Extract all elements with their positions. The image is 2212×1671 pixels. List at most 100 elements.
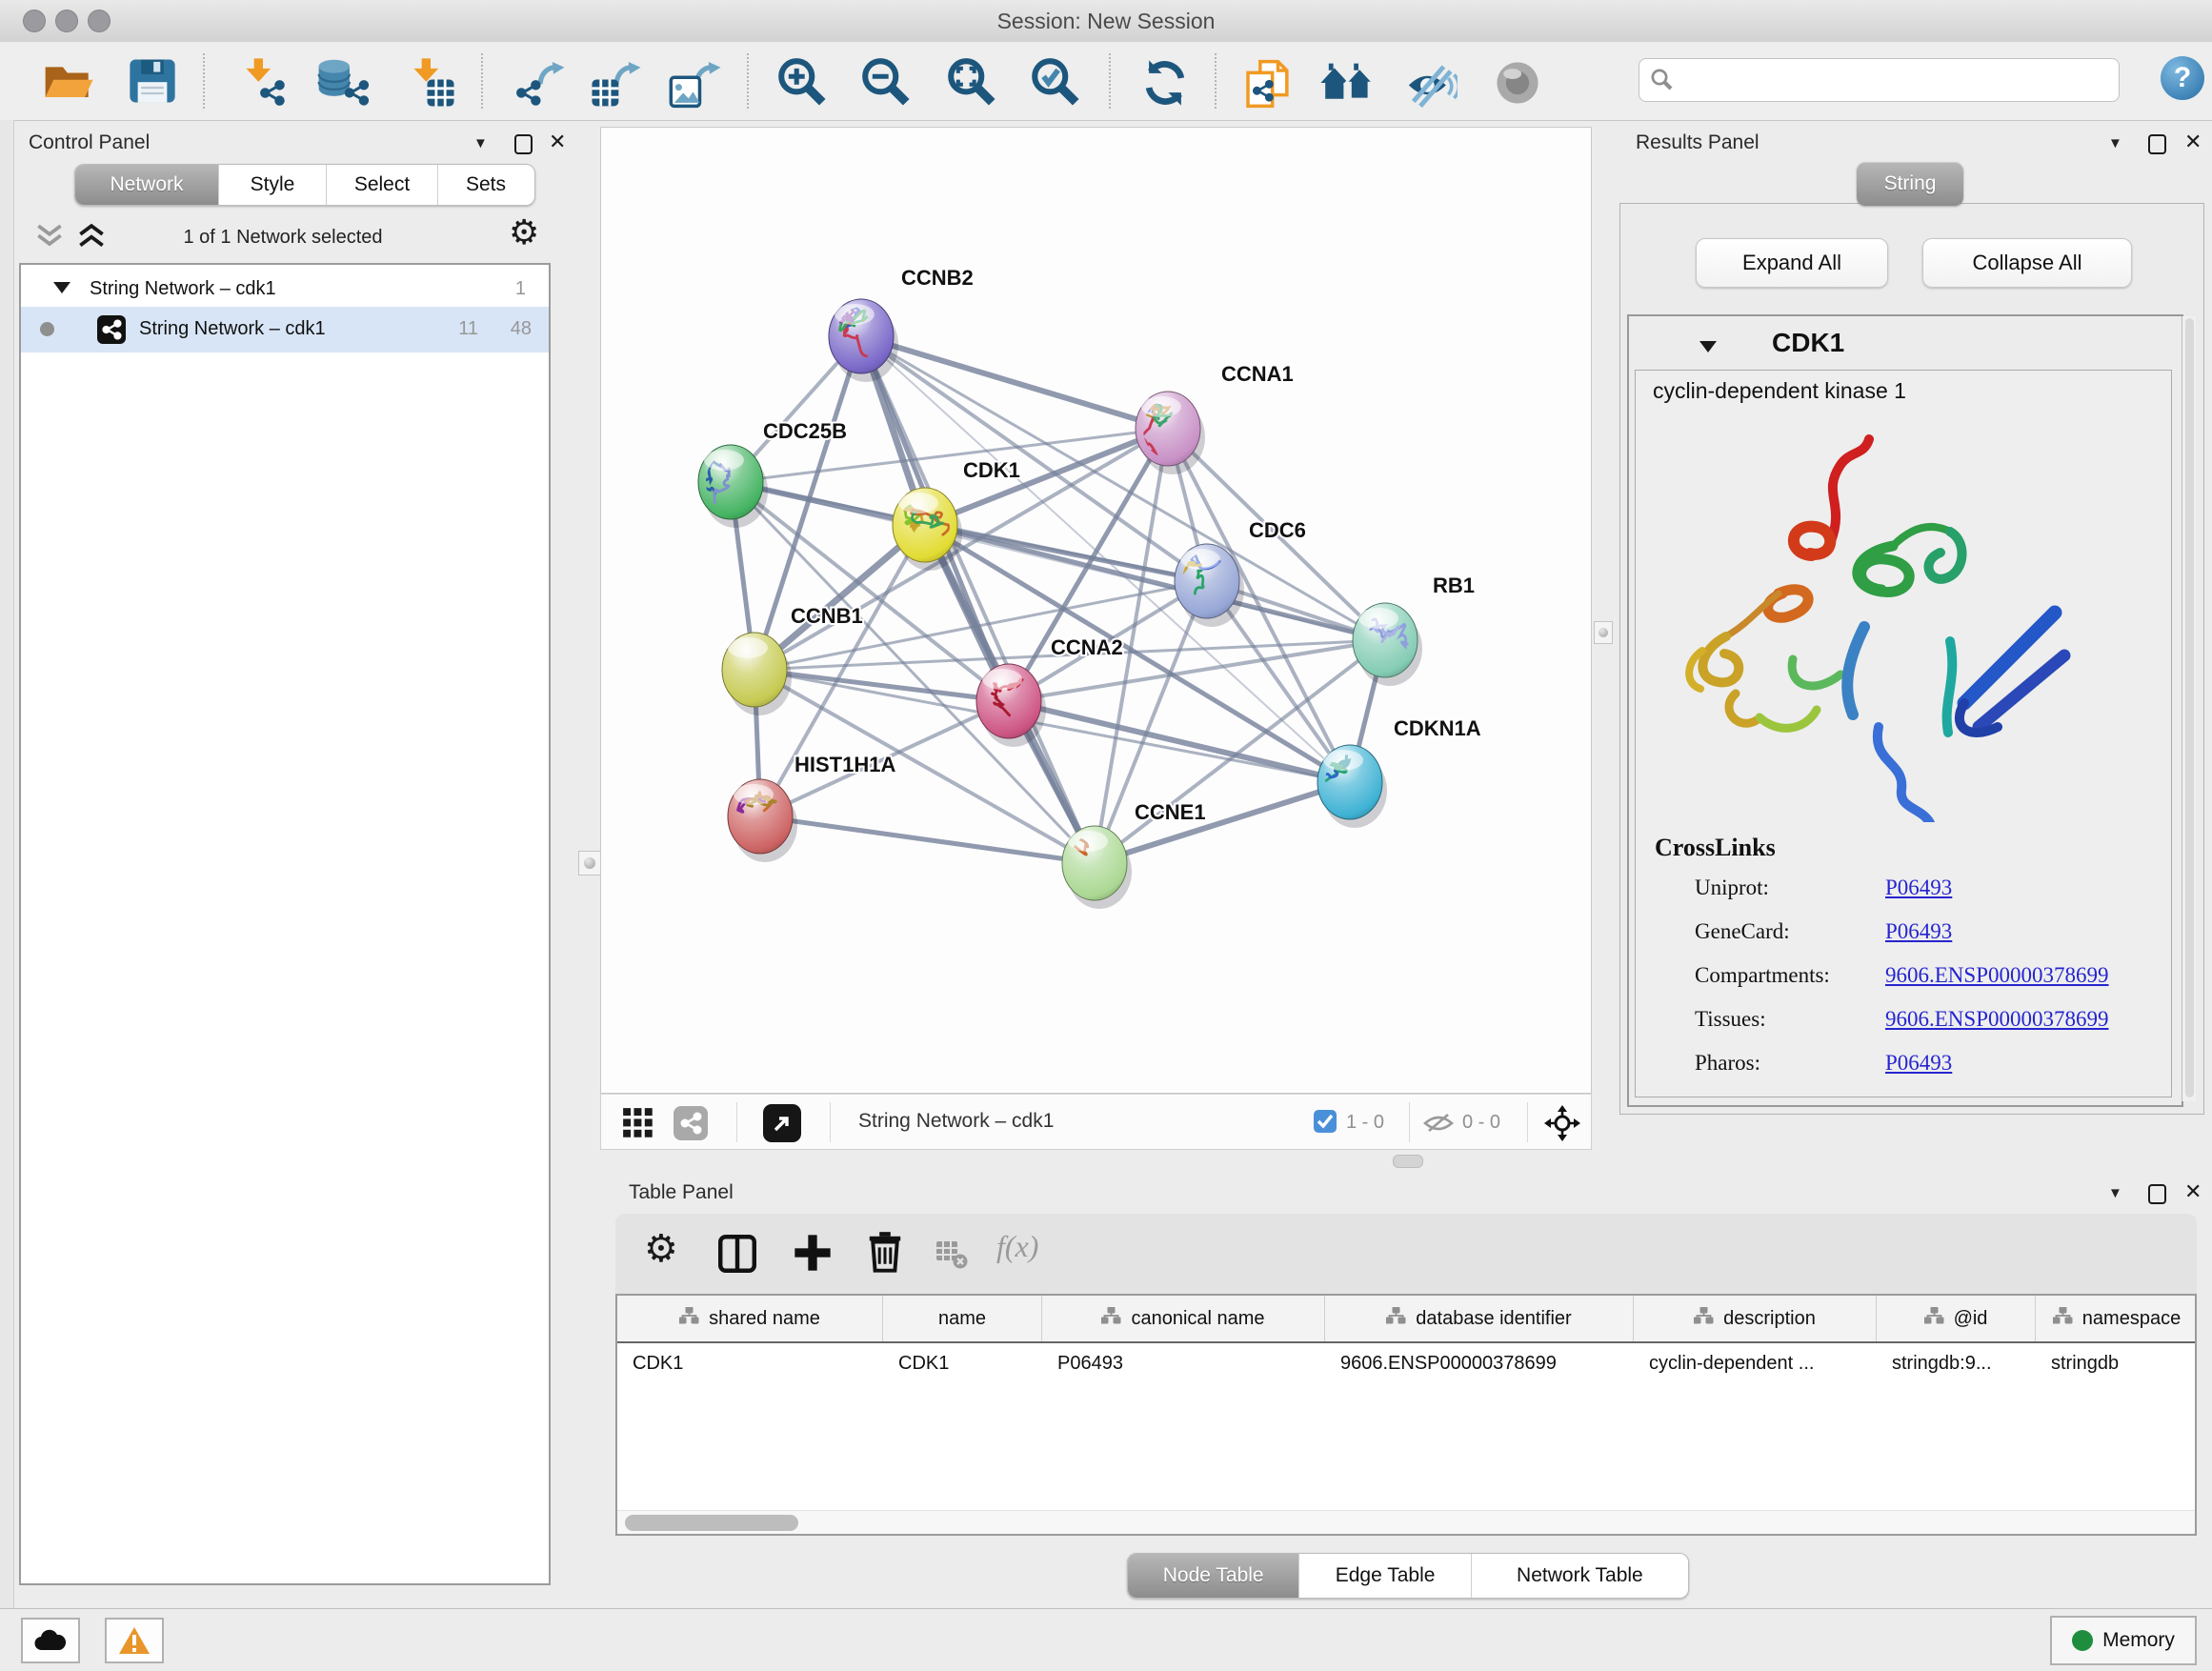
detach-view-button[interactable] — [763, 1104, 801, 1142]
open-session-icon[interactable] — [42, 57, 95, 105]
network-node-CDKN1A[interactable]: CDKN1A — [1303, 716, 1481, 828]
toolbar-separator — [747, 53, 749, 109]
column-header-canonical-name[interactable]: canonical name — [1042, 1296, 1325, 1341]
import-network-icon[interactable] — [236, 57, 290, 109]
birds-eye-navigator-icon[interactable] — [1542, 1103, 1582, 1143]
network-node-CCNB1[interactable]: CCNB1 — [722, 604, 863, 715]
table-gear-icon[interactable]: ⚙ — [644, 1227, 678, 1271]
table-cell[interactable]: 9606.ENSP00000378699 — [1325, 1343, 1634, 1387]
show-graphics-details-icon[interactable] — [1492, 57, 1543, 109]
search-field[interactable] — [1639, 58, 2120, 102]
collection-expand-arrow[interactable] — [53, 282, 70, 293]
table-cell[interactable]: CDK1 — [617, 1343, 883, 1387]
node-label-CDK1: CDK1 — [963, 458, 1020, 482]
zoom-fit-content-icon[interactable] — [947, 57, 998, 109]
tab-style[interactable]: Style — [219, 165, 327, 205]
hide-panels-icon[interactable] — [1404, 57, 1458, 109]
string-copy-icon[interactable] — [1242, 57, 1294, 111]
add-column-icon[interactable] — [793, 1233, 833, 1273]
export-image-icon[interactable] — [669, 57, 724, 109]
table-hscrollbar-thumb[interactable] — [625, 1515, 798, 1531]
network-node-CDK1[interactable]: CDK1 — [893, 458, 1020, 571]
help-icon[interactable]: ? — [2161, 56, 2204, 100]
results-panel-float-button[interactable]: ▼ — [2108, 135, 2122, 151]
network-node-RB1[interactable]: RB1 — [1353, 574, 1475, 686]
memory-button[interactable]: Memory — [2050, 1616, 2197, 1665]
tab-node-table[interactable]: Node Table — [1128, 1554, 1299, 1598]
control-panel-close-button[interactable]: ✕ — [549, 130, 566, 154]
network-node-CCNA1[interactable]: CCNA1 — [1134, 362, 1294, 474]
apply-layout-icon[interactable] — [1139, 57, 1191, 109]
zoom-out-icon[interactable] — [861, 57, 913, 109]
column-header-shared-name[interactable]: shared name — [617, 1296, 883, 1341]
table-hscrollbar[interactable] — [617, 1510, 2195, 1536]
tab-sets[interactable]: Sets — [438, 165, 533, 205]
crosslink-link[interactable]: P06493 — [1885, 919, 1952, 944]
crosslink-link[interactable]: 9606.ENSP00000378699 — [1885, 1007, 2109, 1032]
network-canvas-svg[interactable]: CCNB2CCNA1CDC25BCDK1CDC6RB1CCNB1CCNA2CDK… — [601, 128, 1591, 1093]
tab-select[interactable]: Select — [327, 165, 438, 205]
column-header-namespace[interactable]: namespace — [2036, 1296, 2197, 1341]
tab-network[interactable]: Network — [75, 165, 219, 205]
grid-view-icon[interactable] — [622, 1107, 654, 1139]
table-panel-float-button[interactable]: ▼ — [2108, 1185, 2122, 1201]
results-panel-close-button[interactable]: ✕ — [2184, 130, 2202, 154]
table-panel-close-button[interactable]: ✕ — [2184, 1179, 2202, 1204]
table-cell[interactable]: CDK1 — [883, 1343, 1042, 1387]
export-network-icon[interactable] — [513, 57, 568, 109]
column-header-name[interactable]: name — [883, 1296, 1042, 1341]
function-builder-icon[interactable]: f(x) — [996, 1229, 1038, 1264]
results-panel-undock-button[interactable] — [2148, 134, 2166, 154]
right-splitter-handle[interactable] — [1594, 621, 1613, 644]
string-home-icon[interactable] — [1318, 57, 1376, 109]
zoom-selected-icon[interactable] — [1031, 57, 1082, 109]
import-table-icon[interactable] — [404, 57, 457, 109]
crosslink-link[interactable]: P06493 — [1885, 1051, 1952, 1076]
control-panel-float-button[interactable]: ▼ — [473, 135, 488, 151]
import-network-database-icon[interactable] — [314, 57, 372, 109]
table-cell[interactable]: stringdb:9... — [1877, 1343, 2036, 1387]
table-cell[interactable]: stringdb — [2036, 1343, 2197, 1387]
zoom-in-icon[interactable] — [777, 57, 829, 109]
cloud-button[interactable] — [21, 1618, 80, 1663]
column-header--id[interactable]: @id — [1877, 1296, 2036, 1341]
selected-checkbox[interactable] — [1314, 1110, 1337, 1133]
status-bar: Memory — [0, 1608, 2212, 1671]
crosslink-label: Pharos: — [1695, 1051, 1760, 1076]
save-session-icon[interactable] — [128, 57, 177, 105]
control-panel-undock-button[interactable] — [514, 134, 533, 154]
table-panel-undock-button[interactable] — [2148, 1184, 2166, 1204]
delete-table-icon[interactable] — [935, 1240, 968, 1269]
results-tab-string[interactable]: String — [1857, 162, 1963, 206]
export-table-icon[interactable] — [589, 57, 644, 109]
delete-column-icon[interactable] — [865, 1231, 905, 1273]
network-node-HIST1H1A[interactable]: HIST1H1A — [728, 753, 895, 862]
network-node-CDC6[interactable]: CDC6 — [1168, 518, 1306, 627]
network-node-CDC25B[interactable]: CDC25B — [698, 419, 847, 528]
network-view-icon[interactable] — [674, 1106, 708, 1140]
network-options-gear-icon[interactable]: ⚙ — [509, 213, 539, 252]
crosslink-link[interactable]: P06493 — [1885, 876, 1952, 900]
network-node-CCNA2[interactable]: CCNA2 — [976, 635, 1123, 747]
network-canvas[interactable]: CCNB2CCNA1CDC25BCDK1CDC6RB1CCNB1CCNA2CDK… — [600, 127, 1592, 1094]
entry-collapse-arrow[interactable] — [1699, 341, 1717, 352]
show-columns-icon[interactable] — [718, 1235, 756, 1273]
horizontal-splitter-handle[interactable] — [1393, 1155, 1423, 1168]
tab-network-table[interactable]: Network Table — [1472, 1554, 1688, 1598]
table-cell[interactable]: P06493 — [1042, 1343, 1325, 1387]
network-row-selected[interactable]: String Network – cdk1 11 48 — [21, 307, 549, 352]
column-header-database-identifier[interactable]: database identifier — [1325, 1296, 1634, 1341]
column-header-description[interactable]: description — [1634, 1296, 1877, 1341]
table-row[interactable]: CDK1CDK1P064939606.ENSP00000378699cyclin… — [617, 1343, 2195, 1387]
expand-all-button[interactable]: Expand All — [1696, 238, 1888, 288]
network-collection-row[interactable]: String Network – cdk1 1 — [21, 269, 549, 309]
search-input[interactable] — [1681, 69, 2085, 92]
table-cell[interactable]: cyclin-dependent ... — [1634, 1343, 1877, 1387]
tab-edge-table[interactable]: Edge Table — [1299, 1554, 1471, 1598]
crosslink-link[interactable]: 9606.ENSP00000378699 — [1885, 963, 2109, 988]
warning-button[interactable] — [105, 1618, 164, 1663]
left-splitter-handle[interactable] — [578, 851, 601, 876]
hidden-eye-icon[interactable] — [1422, 1112, 1455, 1135]
results-scrollbar[interactable] — [2182, 316, 2196, 1101]
collapse-all-button[interactable]: Collapse All — [1922, 238, 2132, 288]
